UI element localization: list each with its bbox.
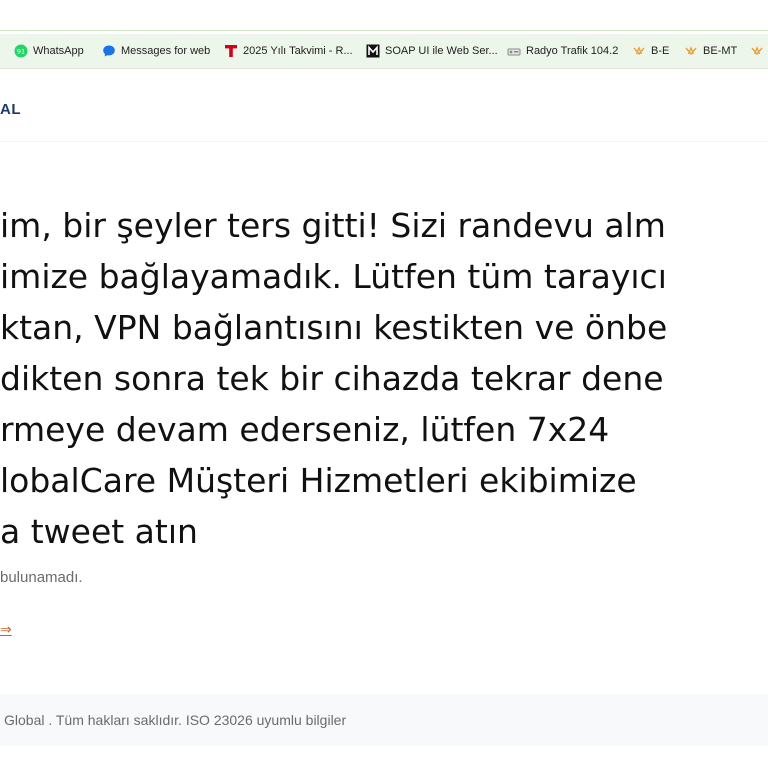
not-found-text: bulunamadı. [0,569,83,586]
top-divider [0,30,768,31]
bookmarks-bar: 91 WhatsApp Messages for web 2025 Yılı T… [0,34,768,69]
network-icon [684,44,698,58]
bookmark-overflow[interactable] [750,43,764,59]
error-line: imize bağlayamadık. Lütfen tüm tarayıcı [0,257,667,296]
bookmark-be-mt[interactable]: BE-MT [684,43,737,59]
bookmark-label: Messages for web [121,45,211,57]
network-icon [750,44,764,58]
bookmark-label: WhatsApp [33,45,84,57]
error-message: im, bir şeyler ters gitti! Sizi randevu … [0,200,768,557]
bookmark-b-e[interactable]: B-E [632,43,669,59]
back-link[interactable]: ⇒ [0,621,12,638]
radio-icon [507,44,521,58]
error-line: dikten sonra tek bir cihazda tekrar dene [0,359,664,398]
svg-text:91: 91 [17,48,25,56]
messages-icon [102,44,116,58]
bookmark-label: BE-MT [703,45,738,57]
bookmark-label: Radyo Trafik 104.2 [526,45,619,57]
error-line: rmeye devam ederseniz, lütfen 7x24 [0,410,610,449]
bookmark-label: B-E [651,45,670,57]
t-logo-icon [224,44,238,58]
bookmark-label: SOAP UI ile Web Ser... [385,45,498,57]
site-footer: Global . Tüm hakları saklıdır. ISO 23026… [0,694,768,746]
network-icon [632,44,646,58]
site-logo[interactable]: AL [0,101,21,118]
error-line: a tweet atın [0,512,198,551]
m-logo-icon [366,44,380,58]
error-line: ktan, VPN bağlantısını kestikten ve önbe [0,308,668,347]
bookmark-radyo-trafik[interactable]: Radyo Trafik 104.2 [507,43,618,59]
bookmark-label: 2025 Yılı Takvimi - R... [243,45,353,57]
error-line: im, bir şeyler ters gitti! Sizi randevu … [0,206,666,245]
bookmark-messages[interactable]: Messages for web [102,43,210,59]
site-header: AL [0,69,768,142]
bookmark-takvim[interactable]: 2025 Yılı Takvimi - R... [224,43,353,59]
footer-copyright: Global . Tüm hakları saklıdır. ISO 23026… [4,712,347,728]
bookmark-soap-ui[interactable]: SOAP UI ile Web Ser... [366,43,498,59]
browser-top-strip [0,0,768,34]
error-line: lobalCare Müşteri Hizmetleri ekibimize [0,461,637,500]
bookmark-whatsapp[interactable]: 91 WhatsApp [14,43,84,59]
whatsapp-icon: 91 [14,44,28,58]
